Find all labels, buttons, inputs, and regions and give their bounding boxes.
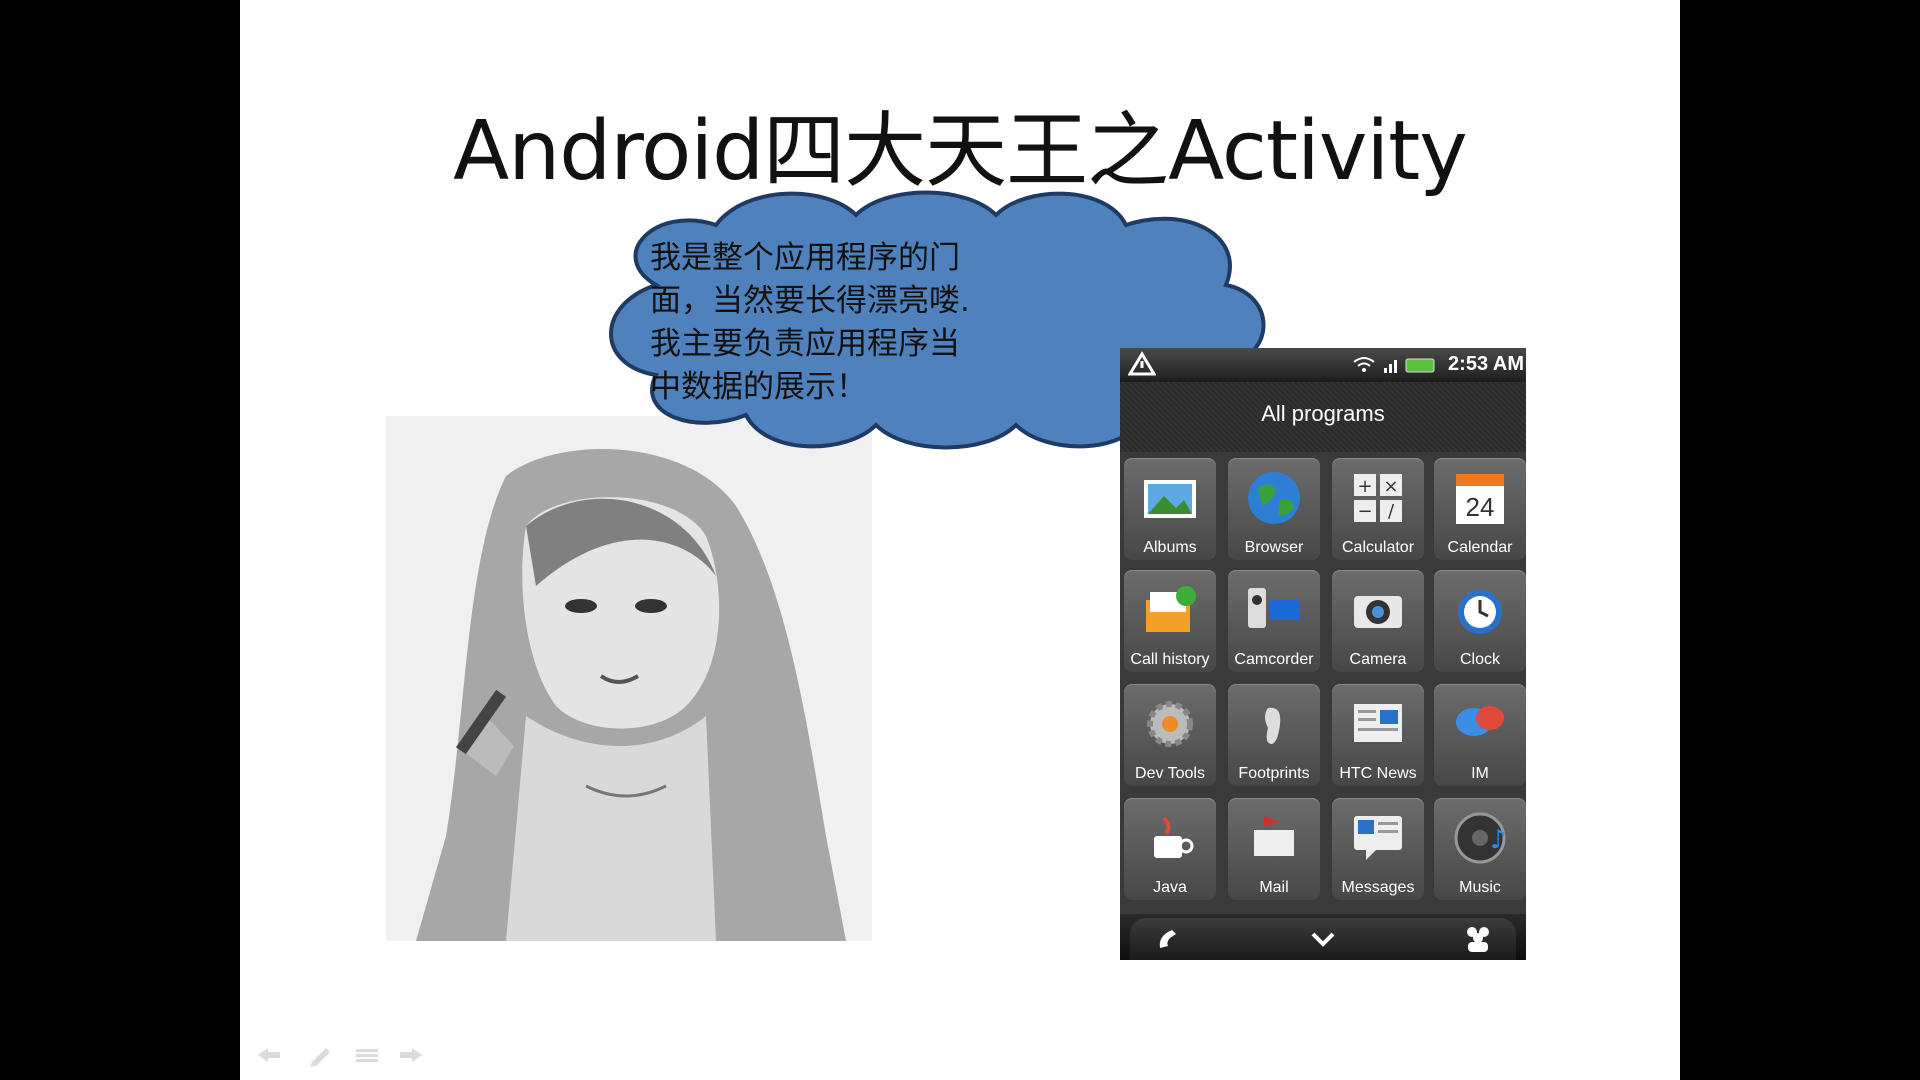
chevron-down-icon[interactable] [1303, 922, 1343, 954]
camera-icon [1354, 596, 1402, 628]
java-icon [1154, 816, 1194, 858]
people-icon[interactable] [1458, 922, 1498, 954]
app-grid: Albums Browser + × − / Calculator 24 Cal… [1120, 452, 1526, 914]
app-footprints[interactable]: Footprints [1228, 684, 1320, 786]
svg-text:24: 24 [1466, 492, 1495, 522]
speech-bubble-text: 我是整个应用程序的门 面，当然要长得漂亮喽. 我主要负责应用程序当 中数据的展示… [650, 240, 970, 405]
app-java[interactable]: Java [1124, 798, 1216, 900]
app-call-history[interactable]: Call history [1124, 570, 1216, 672]
clock-icon [1458, 590, 1502, 634]
app-albums[interactable]: Albums [1124, 458, 1216, 560]
signal-icon [1384, 368, 1387, 373]
status-time: 2:53 AM [1448, 353, 1524, 375]
warning-icon [1128, 351, 1156, 376]
htc-news-icon [1354, 704, 1402, 742]
im-icon [1456, 706, 1504, 736]
svg-text:♪: ♪ [1490, 825, 1507, 855]
calendar-icon: 24 [1456, 474, 1504, 524]
app-camera[interactable]: Camera [1332, 570, 1424, 672]
messages-icon [1354, 816, 1402, 860]
phone-icon[interactable] [1150, 922, 1190, 954]
call-history-icon [1146, 586, 1196, 632]
app-browser[interactable]: Browser [1228, 458, 1320, 560]
dev-tools-icon [1147, 701, 1193, 747]
camcorder-icon [1248, 588, 1300, 628]
mail-icon [1254, 816, 1294, 866]
music-icon: ♪ [1454, 812, 1507, 864]
app-calendar[interactable]: 24 Calendar [1434, 458, 1526, 560]
app-clock[interactable]: Clock [1434, 570, 1526, 672]
footprints-icon [1265, 707, 1281, 744]
presentation-slide: Android四大天王之Activity 我是整个应用程序的门 面，当然要长得漂… [240, 0, 1680, 1080]
phone-screenshot: 2:53 AM All programs Albums Browser + × … [1120, 348, 1526, 960]
sketch-portrait-image [386, 416, 872, 941]
svg-text:/: / [1388, 501, 1395, 522]
phone-status-bar: 2:53 AM [1120, 348, 1526, 382]
wifi-icon [1353, 357, 1375, 363]
all-programs-header: All programs [1120, 382, 1526, 452]
app-im[interactable]: IM [1434, 684, 1526, 786]
app-messages[interactable]: Messages [1332, 798, 1424, 900]
app-music[interactable]: ♪ Music [1434, 798, 1526, 900]
phone-dock [1120, 914, 1526, 960]
previous-slide-icon[interactable] [258, 1048, 280, 1062]
pen-icon[interactable] [310, 1048, 330, 1067]
status-icons [1353, 357, 1435, 373]
next-slide-icon[interactable] [400, 1048, 422, 1062]
menu-icon[interactable] [356, 1049, 378, 1062]
browser-icon [1248, 472, 1300, 524]
app-calculator[interactable]: + × − / Calculator [1332, 458, 1424, 560]
app-camcorder[interactable]: Camcorder [1228, 570, 1320, 672]
albums-icon [1144, 480, 1196, 518]
app-htc-news[interactable]: HTC News [1332, 684, 1424, 786]
svg-text:−: − [1357, 501, 1372, 522]
battery-icon [1405, 358, 1435, 373]
calculator-icon: + × − / [1354, 474, 1402, 522]
svg-text:×: × [1383, 476, 1398, 497]
app-mail[interactable]: Mail [1228, 798, 1320, 900]
app-dev-tools[interactable]: Dev Tools [1124, 684, 1216, 786]
slideshow-nav-controls [258, 1048, 422, 1067]
svg-text:+: + [1357, 476, 1372, 497]
